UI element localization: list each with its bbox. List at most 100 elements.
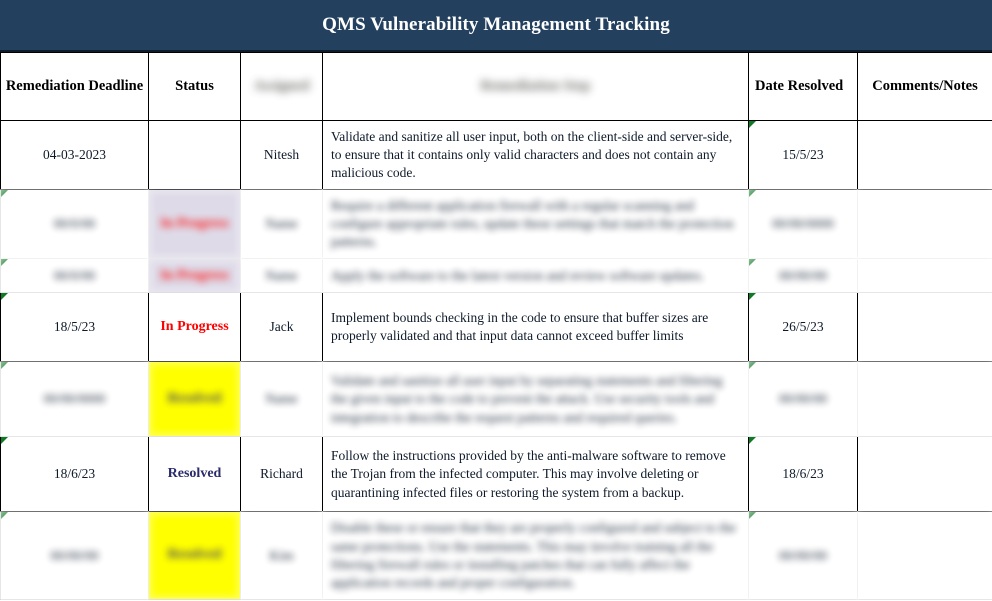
comment-marker-icon xyxy=(1,362,8,370)
cell-remediation_steps[interactable]: Follow the instructions provided by the … xyxy=(322,436,749,513)
column-header-remediation-steps[interactable]: Remediation Step xyxy=(322,52,749,121)
comment-marker-icon xyxy=(1,437,8,445)
cell-value: 00/00/00 xyxy=(778,391,827,407)
cell-date_resolved[interactable]: 00/00/00 xyxy=(748,258,858,294)
cell-remediation_deadline[interactable]: 00/0/00 xyxy=(0,189,149,260)
cell-comments_notes[interactable] xyxy=(857,436,992,513)
comment-marker-icon xyxy=(1,190,8,198)
cell-value: 04-03-2023 xyxy=(43,147,106,163)
cell-date_resolved[interactable]: 00/00/0000 xyxy=(748,189,858,260)
cell-assigned[interactable]: Name xyxy=(240,361,323,438)
cell-value: Name xyxy=(265,391,298,407)
cell-date_resolved[interactable]: 18/6/23 xyxy=(748,436,858,513)
table-row[interactable]: 00/0/00 In Progress Name Require a differen… xyxy=(0,189,992,260)
cell-value: Resolved xyxy=(167,466,222,482)
cell-assigned[interactable]: Kim xyxy=(240,511,323,600)
table-row[interactable]: 00/00/0000 Resolved Name Validate and sanit… xyxy=(0,361,992,438)
vulnerability-tracking-table: Remediation Deadline Status Assigned Rem… xyxy=(0,52,992,600)
column-header-remediation-deadline[interactable]: Remediation Deadline xyxy=(0,52,149,121)
cell-remediation_deadline[interactable]: 00/00/00 xyxy=(0,511,149,600)
cell-remediation_deadline[interactable]: 18/6/23 xyxy=(0,436,149,513)
cell-remediation_steps[interactable]: Validate and sanitize all user input, bo… xyxy=(322,119,749,191)
comment-marker-icon xyxy=(749,362,756,370)
comment-marker-icon xyxy=(749,190,756,198)
cell-status[interactable]: Pending xyxy=(148,119,241,191)
spreadsheet-view: QMS Vulnerability Management Tracking Re… xyxy=(0,0,992,601)
cell-value: 18/6/23 xyxy=(782,466,824,482)
cell-remediation_steps[interactable]: Implement bounds checking in the code to… xyxy=(322,292,749,363)
cell-comments_notes[interactable] xyxy=(857,511,992,600)
cell-comments_notes[interactable] xyxy=(857,361,992,438)
cell-value: 00/00/0000 xyxy=(43,391,106,407)
cell-date_resolved[interactable]: 00/00/00 xyxy=(748,511,858,600)
cell-remediation_steps[interactable]: Apply the software to the latest version… xyxy=(322,258,749,294)
cell-value: 00/00/00 xyxy=(778,267,827,283)
table-row[interactable]: 00/0/00 In Progress Name Apply the software… xyxy=(0,258,992,294)
cell-value: Disable these or ensure that they are pr… xyxy=(331,520,736,590)
cell-value: Pending xyxy=(169,146,219,162)
column-header-label: Assigned xyxy=(253,78,310,95)
cell-assigned[interactable]: Name xyxy=(240,258,323,294)
cell-status[interactable]: Resolved xyxy=(148,511,241,600)
cell-value xyxy=(858,393,992,405)
cell-status[interactable]: Resolved xyxy=(148,436,241,513)
column-header-comments-notes[interactable]: Comments/Notes xyxy=(857,52,992,121)
cell-assigned[interactable]: Richard xyxy=(240,436,323,513)
cell-value xyxy=(858,218,992,230)
cell-remediation_steps[interactable]: Require a different application firewall… xyxy=(322,189,749,260)
cell-value: In Progress xyxy=(160,319,229,335)
table-row[interactable]: 18/5/23 In Progress Jack Implement bounds c… xyxy=(0,292,992,363)
cell-remediation_deadline[interactable]: 04-03-2023 xyxy=(0,119,149,191)
cell-value: 00/00/00 xyxy=(778,547,827,563)
cell-comments_notes[interactable] xyxy=(857,258,992,294)
cell-value: 18/5/23 xyxy=(53,319,96,335)
cell-value: 00/0/00 xyxy=(53,267,96,283)
cell-assigned[interactable]: Name xyxy=(240,189,323,260)
column-header-date-resolved[interactable]: Date Resolved xyxy=(748,52,858,121)
cell-value: 00/00/00 xyxy=(50,547,99,563)
cell-value: Nitesh xyxy=(263,147,300,163)
cell-value: Resolved xyxy=(167,547,222,563)
table-row[interactable]: 18/6/23 Resolved Richard Follow the instruc… xyxy=(0,436,992,513)
cell-value: Require a different application firewall… xyxy=(331,198,734,250)
table-row[interactable]: 00/00/00 Resolved Kim Disable these or ensu… xyxy=(0,511,992,600)
table-body: 04-03-2023 Pending Nitesh Validate and sani… xyxy=(0,119,992,600)
cell-date_resolved[interactable]: 26/5/23 xyxy=(748,292,858,363)
cell-comments_notes[interactable] xyxy=(857,189,992,260)
cell-remediation_steps[interactable]: Validate and sanitize all user input by … xyxy=(322,361,749,438)
cell-remediation_deadline[interactable]: 00/0/00 xyxy=(0,258,149,294)
comment-marker-icon xyxy=(749,437,756,445)
cell-remediation_deadline[interactable]: 00/00/0000 xyxy=(0,361,149,438)
cell-status[interactable]: In Progress xyxy=(148,292,241,363)
cell-value: Validate and sanitize all user input, bo… xyxy=(331,129,733,181)
cell-value: Kim xyxy=(269,547,294,563)
cell-value: 26/5/23 xyxy=(782,319,824,335)
column-header-label: Remediation Step xyxy=(480,78,591,95)
cell-value xyxy=(858,270,992,282)
cell-date_resolved[interactable]: 15/5/23 xyxy=(748,119,858,191)
cell-assigned[interactable]: Jack xyxy=(240,292,323,363)
cell-status[interactable]: Resolved xyxy=(148,361,241,438)
page-title: QMS Vulnerability Management Tracking xyxy=(322,14,670,35)
column-header-label: Date Resolved xyxy=(755,78,844,95)
cell-value: 00/0/00 xyxy=(53,216,96,232)
cell-value: 15/5/23 xyxy=(782,147,824,163)
cell-value xyxy=(858,149,992,161)
cell-remediation_deadline[interactable]: 18/5/23 xyxy=(0,292,149,363)
cell-comments_notes[interactable] xyxy=(857,292,992,363)
cell-date_resolved[interactable]: 00/00/00 xyxy=(748,361,858,438)
column-header-label: Status xyxy=(175,78,214,95)
cell-comments_notes[interactable] xyxy=(857,119,992,191)
column-header-status[interactable]: Status xyxy=(148,52,241,121)
table-row[interactable]: 04-03-2023 Pending Nitesh Validate and sani… xyxy=(0,119,992,191)
cell-status[interactable]: In Progress xyxy=(148,258,241,294)
cell-value xyxy=(858,550,992,562)
cell-assigned[interactable]: Nitesh xyxy=(240,119,323,191)
header-row: Remediation Deadline Status Assigned Rem… xyxy=(0,52,992,121)
comment-marker-icon xyxy=(749,121,756,128)
column-header-assigned[interactable]: Assigned xyxy=(240,52,323,121)
sheet-title-banner: QMS Vulnerability Management Tracking xyxy=(0,0,992,52)
cell-status[interactable]: In Progress xyxy=(148,189,241,260)
cell-remediation_steps[interactable]: Disable these or ensure that they are pr… xyxy=(322,511,749,600)
cell-value xyxy=(858,468,992,480)
